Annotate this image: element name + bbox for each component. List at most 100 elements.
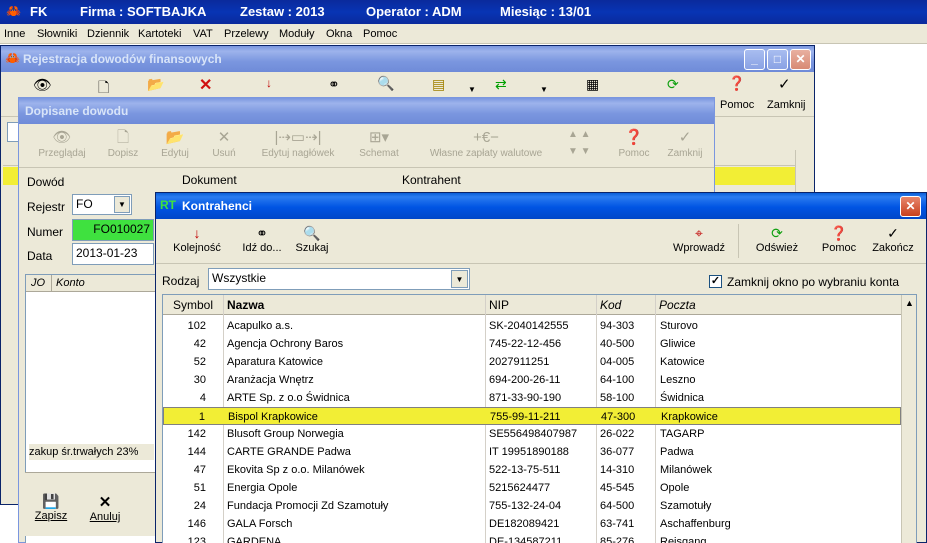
w3-toolbar: ↓ Kolejność ⚭ Idź do... 🔍 Szukaj ⌖ Wprowadź …	[156, 220, 926, 264]
szukaj-button[interactable]: 🔍 Szukaj	[292, 224, 332, 254]
data-field[interactable]: 2013-01-23	[72, 243, 154, 265]
table-row[interactable]: 146 GALA Forsch DE182089421 63-741 Aschaffen…	[163, 515, 901, 533]
print-icon[interactable]: ▦	[586, 76, 599, 93]
menu-kartoteki[interactable]: Kartoteki	[138, 28, 181, 40]
zapisz-button[interactable]: 💾 Zapisz	[31, 493, 71, 522]
col-poczta[interactable]: Poczta	[659, 298, 696, 312]
open-folder-icon[interactable]: 📂	[147, 76, 164, 93]
cell-poczta: Katowice	[660, 356, 705, 368]
delete-icon[interactable]: ✕	[199, 75, 212, 95]
idz-do-button[interactable]: ⚭ Idź do...	[238, 224, 286, 254]
wprowadz-button[interactable]: ⌖ Wprowadź	[669, 224, 729, 254]
cell-symbol: 24	[193, 500, 206, 512]
cell-poczta: Aschaffenburg	[660, 518, 731, 530]
rejestr-select[interactable]: FO ▼	[72, 194, 132, 215]
anuluj-button[interactable]: ✕ Anuluj	[85, 493, 125, 523]
table-row[interactable]: 123 GARDENA DE-134587211 85-276 Reisgang	[163, 533, 901, 543]
numer-field[interactable]: FO010027	[72, 219, 154, 241]
tool-schemat[interactable]: ⊞▾ Schemat	[354, 128, 404, 159]
save-icon: 💾	[42, 493, 60, 509]
arrow-up-icon[interactable]: ▲ ▲	[568, 129, 591, 140]
eye-icon: 👁	[52, 129, 72, 146]
checkmark-icon[interactable]: ✓	[778, 75, 791, 93]
close-button[interactable]: ✕	[790, 49, 811, 70]
app-title-firma: Firma : SOFTBAJKA	[80, 4, 207, 19]
eye-icon[interactable]: 👁	[33, 76, 52, 94]
goto-icon: ⚭	[256, 225, 268, 241]
close-button[interactable]: ✕	[900, 196, 921, 217]
menu-okna[interactable]: Okna	[326, 28, 352, 40]
w1-pomoc-label[interactable]: Pomoc	[720, 99, 754, 111]
pomoc-button[interactable]: ❓ Pomoc	[818, 224, 860, 254]
menu-slowniki[interactable]: Słowniki	[37, 28, 77, 40]
cell-nazwa: Bispol Krapkowice	[228, 411, 318, 423]
table-row-selected[interactable]: 1 Bispol Krapkowice 755-99-11-211 47-300 Kra…	[163, 407, 901, 425]
menu-inne[interactable]: Inne	[4, 28, 25, 40]
window-rejestracja-titlebar[interactable]: 🦀 Rejestracja dowodów finansowych _ □ ✕	[1, 46, 814, 72]
chevron-down-icon[interactable]: ▼	[468, 85, 476, 94]
col-kod[interactable]: Kod	[600, 298, 621, 312]
table-row[interactable]: 4 ARTE Sp. z o.o Świdnica 871-33-90-190 58-…	[163, 389, 901, 407]
menu-vat[interactable]: VAT	[193, 28, 213, 40]
zakoncz-button[interactable]: ✓ Zakończ	[868, 224, 918, 254]
tool-pomoc[interactable]: ❓ Pomoc	[616, 128, 652, 159]
grid-scrollbar[interactable]: ▲	[901, 295, 916, 543]
kontrahenci-grid[interactable]: Symbol Nazwa NIP Kod Poczta 102 Acapulko …	[162, 294, 917, 543]
cell-kod: 63-741	[600, 518, 635, 530]
tool-wlasne-zaplaty[interactable]: +€− Własne zapłaty walutowe	[419, 128, 553, 159]
refresh-icon[interactable]: ⟳	[667, 76, 679, 93]
cell-poczta: Milanówek	[660, 464, 712, 476]
col-nip[interactable]: NIP	[489, 298, 509, 312]
search-icon[interactable]: 🔍	[377, 75, 394, 92]
table-row[interactable]: 52 Aparatura Katowice 2027911251 04-005 Kato…	[163, 353, 901, 371]
transfer-icon[interactable]: ⇄	[495, 76, 507, 93]
w1-zamknij-label[interactable]: Zamknij	[767, 99, 806, 111]
app-icon: 🦀	[6, 4, 21, 18]
table-row[interactable]: 144 CARTE GRANDE Padwa IT 19951890188 36-07…	[163, 443, 901, 461]
app-title-fk: FK	[30, 4, 48, 19]
table-row[interactable]: 51 Energia Opole 5215624477 45-545 Opole	[163, 479, 901, 497]
col-symbol[interactable]: Symbol	[173, 298, 213, 312]
window-kontrahenci-title: Kontrahenci	[182, 199, 253, 213]
chevron-down-icon[interactable]: ▼	[451, 270, 468, 288]
tool-zamknij[interactable]: ✓ Zamknij	[664, 128, 706, 159]
zamknij-checkbox-label[interactable]: Zamknij okno po wybraniu konta	[727, 275, 899, 289]
app-title-bar: 🦀 FK Firma : SOFTBAJKA Zestaw : 2013 Ope…	[0, 0, 927, 24]
tool-edytuj[interactable]: 📂 Edytuj	[154, 128, 196, 159]
help-icon[interactable]: ❓	[728, 75, 745, 92]
arrow-down-icon[interactable]: ▼ ▼	[568, 146, 591, 157]
menu-pomoc[interactable]: Pomoc	[363, 28, 397, 40]
tool-usun[interactable]: ✕ Usuń	[206, 128, 242, 159]
chevron-down-icon[interactable]: ▼	[540, 85, 548, 94]
cell-kod: 40-500	[600, 338, 635, 350]
odswiez-button[interactable]: ⟳ Odśwież	[751, 224, 803, 254]
sort-icon: ↓	[193, 225, 201, 241]
window-dopisane-titlebar[interactable]: Dopisane dowodu	[19, 98, 714, 124]
table-row[interactable]: 102 Acapulko a.s. SK-2040142555 94-303 Sturo…	[163, 317, 901, 335]
calculator-icon[interactable]: ▤	[432, 76, 445, 93]
scroll-up-icon[interactable]: ▲	[905, 298, 914, 308]
table-row[interactable]: 42 Agencja Ochrony Baros 745-22-12-456 40-5…	[163, 335, 901, 353]
table-row[interactable]: 24 Fundacja Promocji Zd Szamotuły 755-132-…	[163, 497, 901, 515]
zamknij-checkbox[interactable]: ✓	[709, 275, 722, 288]
table-row[interactable]: 47 Ekovita Sp z o.o. Milanówek 522-13-75-5…	[163, 461, 901, 479]
minimize-button[interactable]: _	[744, 49, 765, 70]
sort-icon[interactable]: ↓	[266, 76, 272, 90]
menu-dziennik[interactable]: Dziennik	[87, 28, 129, 40]
kolejnosc-button[interactable]: ↓ Kolejność	[170, 224, 224, 254]
tool-dopisz[interactable]: 🗋 Dopisz	[103, 128, 143, 159]
menu-moduly[interactable]: Moduły	[279, 28, 314, 40]
kontrahent-label: Kontrahent	[402, 173, 461, 187]
table-row[interactable]: 30 Aranżacja Wnętrz 694-200-26-11 64-100 Les…	[163, 371, 901, 389]
tool-przegladaj[interactable]: 👁 Przeglądaj	[33, 128, 91, 159]
window-kontrahenci-titlebar[interactable]: RT Kontrahenci ✕	[156, 193, 926, 219]
menu-przelewy[interactable]: Przelewy	[224, 28, 269, 40]
col-nazwa[interactable]: Nazwa	[227, 298, 264, 312]
table-row[interactable]: 142 Blusoft Group Norwegia SE556498407987 2…	[163, 425, 901, 443]
cell-nip: SE556498407987	[489, 428, 578, 440]
rodzaj-select[interactable]: Wszystkie ▼	[208, 268, 470, 290]
maximize-button[interactable]: □	[767, 49, 788, 70]
goto-icon[interactable]: ⚭	[328, 76, 340, 93]
chevron-down-icon[interactable]: ▼	[114, 196, 130, 213]
tool-edytuj-naglowek[interactable]: |⇢▭⇢| Edytuj nagłówek	[255, 128, 341, 159]
